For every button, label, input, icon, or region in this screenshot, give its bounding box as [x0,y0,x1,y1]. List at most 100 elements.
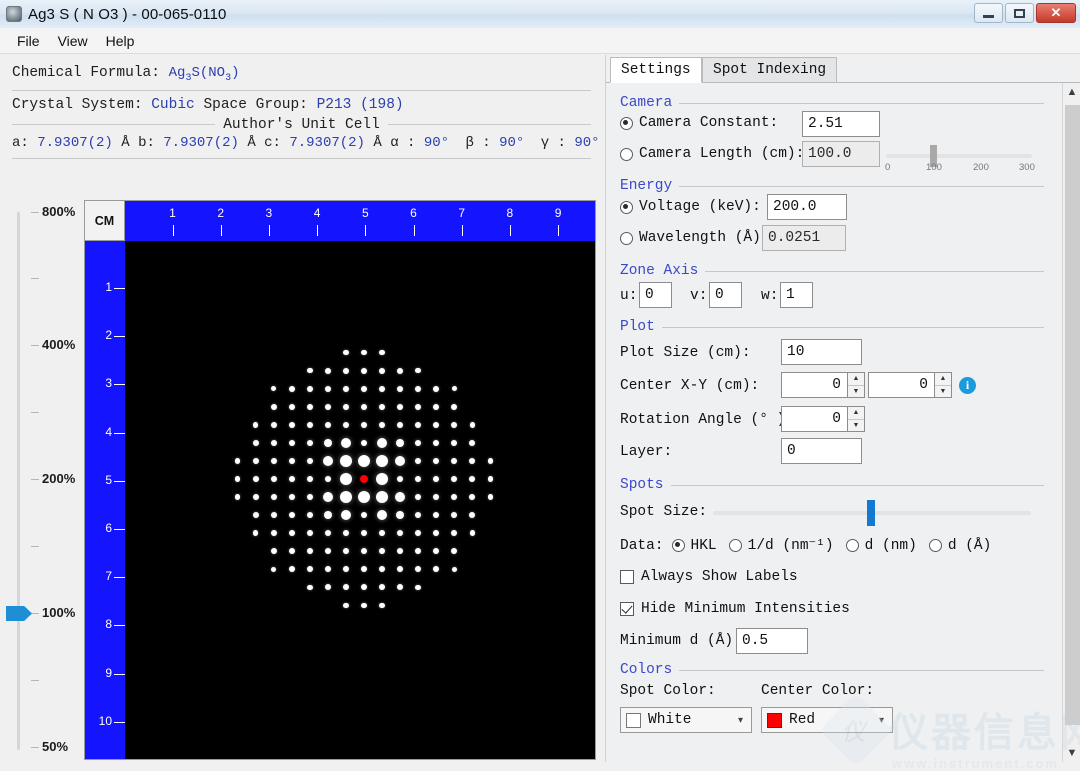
diffraction-spot[interactable] [361,584,367,590]
diffraction-spot[interactable] [343,603,348,608]
diffraction-spot[interactable] [307,458,314,465]
diffraction-spot[interactable] [397,404,403,410]
diffraction-spot[interactable] [325,422,332,429]
diffraction-spot[interactable] [379,368,385,374]
diffraction-spot[interactable] [361,512,368,519]
diffraction-spot[interactable] [415,476,422,483]
diffraction-spot[interactable] [271,440,277,446]
spot-size-slider-thumb[interactable] [867,500,875,526]
diffraction-spot[interactable] [451,548,457,554]
diffraction-spot[interactable] [271,404,277,410]
layer-input[interactable]: 0 [781,438,862,464]
diffraction-spot[interactable] [289,494,296,501]
diffraction-spot[interactable] [307,548,313,554]
diffraction-spot[interactable] [358,455,370,467]
diffraction-spot[interactable] [253,494,259,500]
diffraction-spot[interactable] [415,512,422,519]
diffraction-spot[interactable] [289,548,295,554]
diffraction-spot[interactable] [469,440,475,446]
diffraction-spot[interactable] [307,422,313,428]
minimum-d-input[interactable]: 0.5 [736,628,808,654]
diffraction-spot[interactable] [397,476,404,483]
diffraction-spot[interactable] [323,492,334,503]
camera-length-input[interactable]: 100.0 [802,141,880,167]
diffraction-spot[interactable] [307,530,313,536]
diffraction-spot[interactable] [451,512,457,518]
voltage-input[interactable]: 200.0 [767,194,847,220]
diffraction-spot[interactable] [343,386,349,392]
diffraction-spot[interactable] [415,422,421,428]
data-d-nm-radio[interactable] [846,539,859,552]
diffraction-spot[interactable] [451,422,457,428]
menu-item-view[interactable]: View [49,31,97,51]
chevron-down-icon[interactable]: ▾ [738,715,743,726]
diffraction-spot[interactable] [376,473,388,485]
diffraction-spot[interactable] [289,512,295,518]
diffraction-spot[interactable] [361,350,366,355]
diffraction-spot[interactable] [271,512,277,518]
diffraction-spot[interactable] [325,530,332,537]
diffraction-spot[interactable] [253,440,259,446]
diffraction-spot[interactable] [415,494,422,501]
settings-scrollbar[interactable]: ▲ ▼ [1062,83,1080,762]
diffraction-spot[interactable] [343,584,349,590]
always-show-labels-checkbox[interactable] [620,570,634,584]
diffraction-spot[interactable] [343,350,348,355]
diffraction-spot[interactable] [379,584,385,590]
diffraction-spot[interactable] [340,491,352,503]
diffraction-spot[interactable] [469,458,475,464]
diffraction-spot[interactable] [340,455,352,467]
diffraction-spot[interactable] [451,404,457,410]
scrollbar-thumb[interactable] [1065,105,1080,725]
diffraction-spot[interactable] [415,458,422,465]
diffraction-spot[interactable] [343,530,350,537]
diffraction-spot[interactable] [376,491,388,503]
diffraction-spot[interactable] [341,510,352,521]
diffraction-spot[interactable] [470,530,475,535]
diffraction-spot[interactable] [307,566,313,572]
scroll-down-icon[interactable]: ▼ [1063,744,1080,762]
diffraction-spot[interactable] [433,458,440,465]
zoom-slider-thumb[interactable] [6,606,32,621]
chevron-down-icon-2[interactable]: ▾ [879,715,884,726]
diffraction-spot[interactable] [361,603,366,608]
diffraction-spot[interactable] [361,566,367,572]
tab-spot-indexing[interactable]: Spot Indexing [702,57,837,83]
diffraction-spot[interactable] [343,422,350,429]
diffraction-spot[interactable] [289,422,295,428]
tab-settings[interactable]: Settings [610,57,702,83]
diffraction-spot[interactable] [469,512,475,518]
diffraction-spot[interactable] [325,476,332,483]
diffraction-spot[interactable] [433,476,440,483]
diffraction-spot[interactable] [377,510,388,521]
plot-size-input[interactable]: 10 [781,339,862,365]
diffraction-spot[interactable] [451,458,457,464]
diffraction-spot[interactable] [395,492,406,503]
diffraction-spot[interactable] [415,368,420,373]
diffraction-spot[interactable] [396,439,405,448]
diffraction-spot[interactable] [253,458,259,464]
diffraction-spot[interactable] [235,458,240,463]
diffraction-spot[interactable] [289,458,296,465]
diffraction-spot[interactable] [289,440,295,446]
diffraction-spot[interactable] [433,386,439,392]
zone-u-input[interactable]: 0 [639,282,672,308]
diffraction-spot[interactable] [377,438,388,449]
camera-length-option[interactable]: Camera Length (cm): [620,146,804,162]
diffraction-spot[interactable] [433,530,439,536]
diffraction-spot[interactable] [325,404,331,410]
diffraction-spot[interactable] [271,458,277,464]
diffraction-spot[interactable] [433,512,439,518]
diffraction-spot[interactable] [397,422,404,429]
menu-item-help[interactable]: Help [97,31,144,51]
diffraction-spot[interactable] [415,566,421,572]
diffraction-spot[interactable] [433,404,439,410]
diffraction-spot[interactable] [307,585,312,590]
diffraction-spot[interactable] [397,368,403,374]
diffraction-spot[interactable] [307,386,313,392]
diffraction-spot[interactable] [433,440,439,446]
diffraction-spot[interactable] [433,422,439,428]
diffraction-spot[interactable] [307,440,314,447]
minimize-button[interactable] [974,3,1003,23]
rotation-angle-stepper[interactable]: ▲▼ [848,406,865,432]
